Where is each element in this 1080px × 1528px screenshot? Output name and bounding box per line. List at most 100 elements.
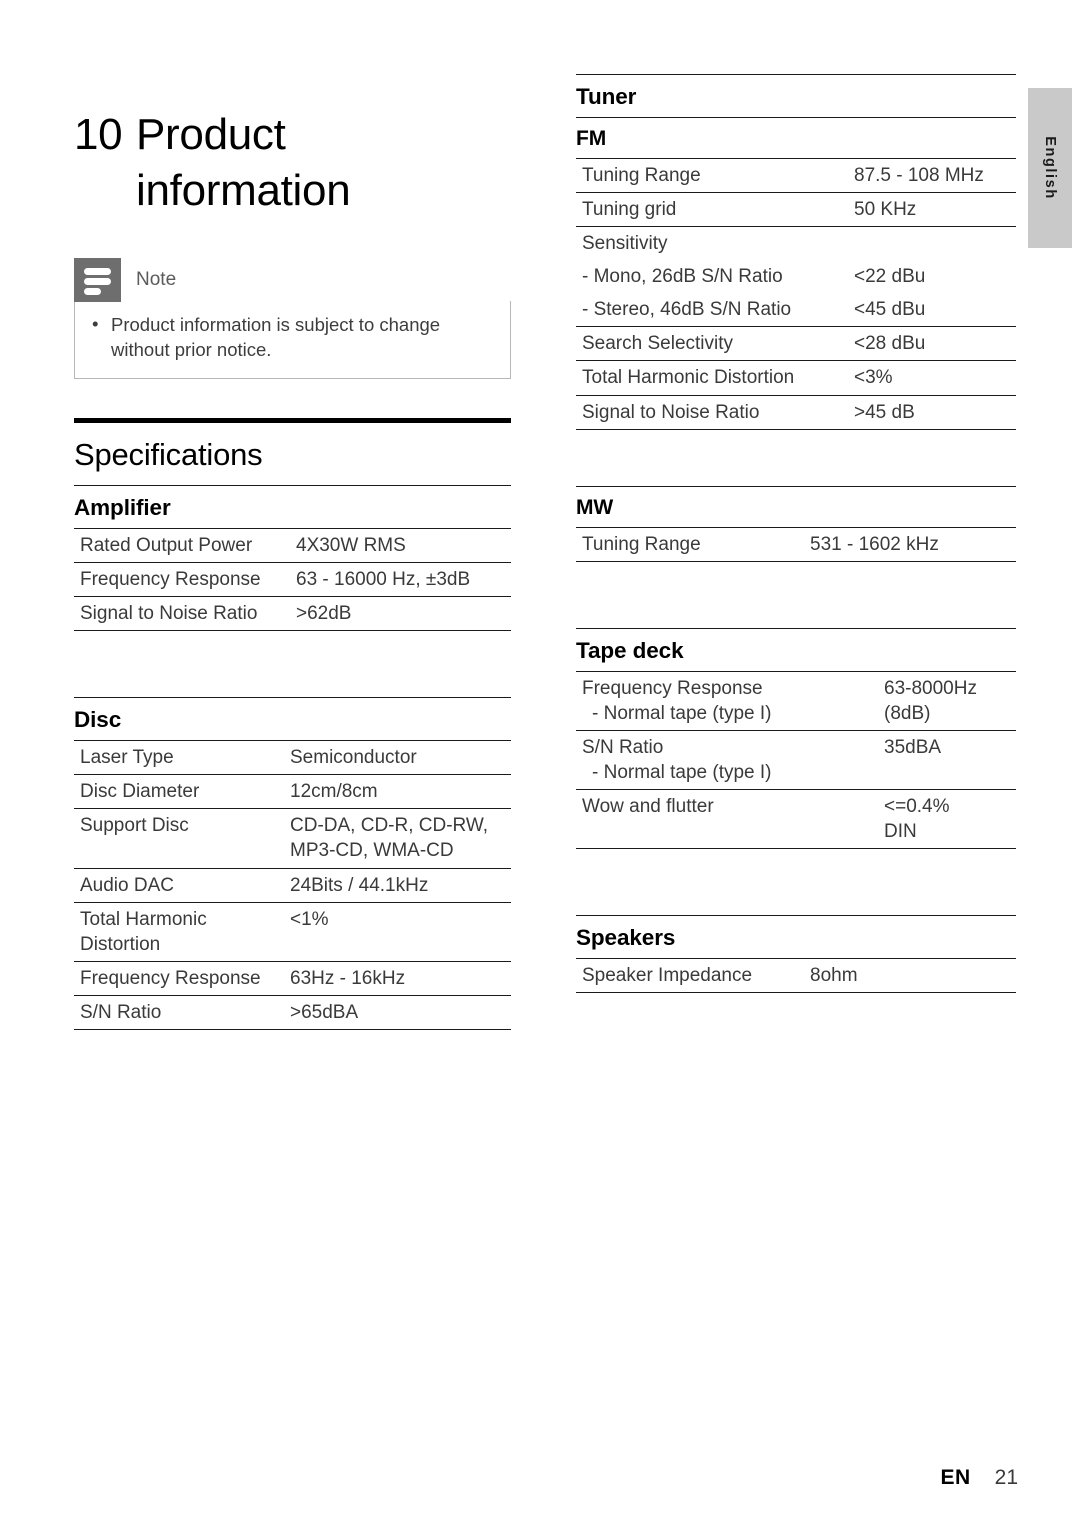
- table-tape-deck: Frequency Response - Normal tape (type I…: [576, 670, 1016, 850]
- row-value: 50 KHz: [850, 192, 1016, 227]
- row-value-line-1: <=0.4%: [884, 796, 950, 818]
- specifications-heading: Specifications: [74, 437, 263, 472]
- note-list: Product information is subject to change…: [89, 312, 496, 362]
- row-value: [850, 226, 1016, 261]
- row-key: Frequency Response: [74, 562, 292, 597]
- table-row: Search Selectivity <28 dBu: [576, 326, 1016, 361]
- row-key: Audio DAC: [74, 867, 286, 903]
- table-row: - Stereo, 46dB S/N Ratio <45 dBu: [576, 293, 1016, 327]
- row-key: - Mono, 26dB S/N Ratio: [582, 266, 783, 288]
- row-value: <1%: [286, 901, 511, 962]
- row-key: Sensitivity: [576, 226, 850, 261]
- row-key: S/N Ratio: [74, 994, 286, 1030]
- row-value: CD-DA, CD-R, CD-RW, MP3-CD, WMA-CD: [286, 808, 511, 869]
- table-row: S/N Ratio >65dBA: [74, 994, 511, 1030]
- row-value: 35dBA: [880, 729, 1016, 790]
- row-value: >45 dB: [850, 394, 1016, 430]
- section-disc-header: Disc: [74, 697, 511, 740]
- row-value: <3%: [850, 360, 1016, 396]
- note-body: Product information is subject to change…: [74, 301, 511, 380]
- table-speakers: Speaker Impedance 8ohm: [576, 958, 1016, 994]
- row-value-line-2: DIN: [884, 821, 917, 843]
- row-key-line-2: - Normal tape (type I): [592, 761, 772, 783]
- row-key: Speaker Impedance: [576, 958, 806, 994]
- row-key-line-2: - Normal tape (type I): [592, 702, 772, 724]
- row-value-line-1: 35dBA: [884, 736, 942, 758]
- table-mw: Tuning Range 531 - 1602 kHz: [576, 526, 1016, 562]
- row-key: S/N Ratio - Normal tape (type I): [576, 729, 880, 790]
- table-row: Sensitivity: [576, 226, 1016, 261]
- table-row: Tuning Range 87.5 - 108 MHz: [576, 157, 1016, 193]
- row-value: 63 - 16000 Hz, ±3dB: [292, 562, 511, 597]
- row-key: Support Disc: [74, 808, 286, 869]
- row-key: Laser Type: [74, 740, 286, 775]
- subsection-mw-header: MW: [576, 485, 1016, 527]
- row-value: 4X30W RMS: [292, 527, 511, 563]
- section-tuner-title: Tuner: [576, 84, 637, 109]
- row-value-line-2: (8dB): [884, 702, 931, 724]
- table-row: Disc Diameter 12cm/8cm: [74, 774, 511, 809]
- table-amplifier: Rated Output Power 4X30W RMS Frequency R…: [74, 527, 511, 632]
- row-value: 531 - 1602 kHz: [806, 526, 1016, 562]
- document-page: English 10 Product information Note Produ…: [0, 0, 1080, 1528]
- row-value: Semiconductor: [286, 740, 511, 775]
- row-key: Disc Diameter: [74, 774, 286, 809]
- table-row: Frequency Response 63 - 16000 Hz, ±3dB: [74, 562, 511, 597]
- page-footer: EN 21: [940, 1466, 1018, 1490]
- table-row: Frequency Response 63Hz - 16kHz: [74, 960, 511, 996]
- table-row: Wow and flutter <=0.4% DIN: [576, 789, 1016, 850]
- language-tab: English: [1028, 88, 1072, 248]
- specifications-top-rule: [74, 418, 511, 423]
- note-callout: Note Product information is subject to c…: [74, 258, 511, 380]
- table-row: Signal to Noise Ratio >45 dB: [576, 394, 1016, 430]
- row-key: Rated Output Power: [74, 527, 292, 563]
- language-tab-label: English: [1042, 136, 1058, 200]
- footer-language-code: EN: [940, 1466, 971, 1489]
- row-key: Total Harmonic Distortion: [576, 360, 850, 396]
- table-row: Support Disc CD-DA, CD-R, CD-RW, MP3-CD,…: [74, 808, 511, 869]
- row-value: <28 dBu: [850, 326, 1016, 361]
- table-row: Frequency Response - Normal tape (type I…: [576, 670, 1016, 731]
- note-icon-bar-3: [84, 288, 101, 295]
- table-row: Laser Type Semiconductor: [74, 740, 511, 775]
- section-tape-deck-header: Tape deck: [576, 627, 1016, 671]
- footer-page-number: 21: [994, 1466, 1018, 1489]
- row-key: Search Selectivity: [576, 326, 850, 361]
- section-amplifier: Amplifier Rated Output Power 4X30W RMS F…: [74, 485, 511, 632]
- table-row: Audio DAC 24Bits / 44.1kHz: [74, 867, 511, 903]
- section-disc: Disc Laser Type Semiconductor Disc Diame…: [74, 697, 511, 1030]
- note-icon-bar-1: [84, 268, 111, 275]
- row-value: 63-8000Hz (8dB): [880, 670, 1016, 731]
- row-value-line-1: 63-8000Hz: [884, 677, 977, 699]
- note-header: Note: [74, 258, 511, 302]
- row-key: Signal to Noise Ratio: [576, 394, 850, 430]
- row-value: 8ohm: [806, 958, 1016, 994]
- chapter-number: 10: [74, 110, 123, 160]
- page-title: 10 Product information: [74, 107, 514, 218]
- right-column: Tuner FM Tuning Range 87.5 - 108 MHz Tun…: [576, 74, 1016, 994]
- table-row: Speaker Impedance 8ohm: [576, 958, 1016, 994]
- subsection-fm-title: FM: [576, 127, 607, 150]
- row-key-line-1: S/N Ratio: [582, 736, 664, 758]
- row-key-line-1: Frequency Response: [582, 677, 763, 699]
- table-row: S/N Ratio - Normal tape (type I) 35dBA: [576, 729, 1016, 790]
- note-list-item: Product information is subject to change…: [89, 312, 496, 362]
- table-row: - Mono, 26dB S/N Ratio <22 dBu: [576, 260, 1016, 293]
- section-tuner-header: Tuner: [576, 74, 1016, 117]
- section-tuner: Tuner FM Tuning Range 87.5 - 108 MHz Tun…: [576, 74, 1016, 562]
- row-key: Signal to Noise Ratio: [74, 596, 292, 632]
- subsection-fm-header: FM: [576, 117, 1016, 158]
- row-key: Tuning grid: [576, 192, 850, 227]
- row-value: 24Bits / 44.1kHz: [286, 867, 511, 903]
- row-key: Frequency Response - Normal tape (type I…: [576, 670, 880, 731]
- row-value: <22 dBu: [854, 266, 926, 288]
- row-value: 87.5 - 108 MHz: [850, 157, 1016, 193]
- row-key: Wow and flutter: [576, 789, 880, 850]
- table-row: Tuning Range 531 - 1602 kHz: [576, 526, 1016, 562]
- note-icon-bar-2: [84, 278, 111, 285]
- table-row: Total Harmonic Distortion <1%: [74, 901, 511, 962]
